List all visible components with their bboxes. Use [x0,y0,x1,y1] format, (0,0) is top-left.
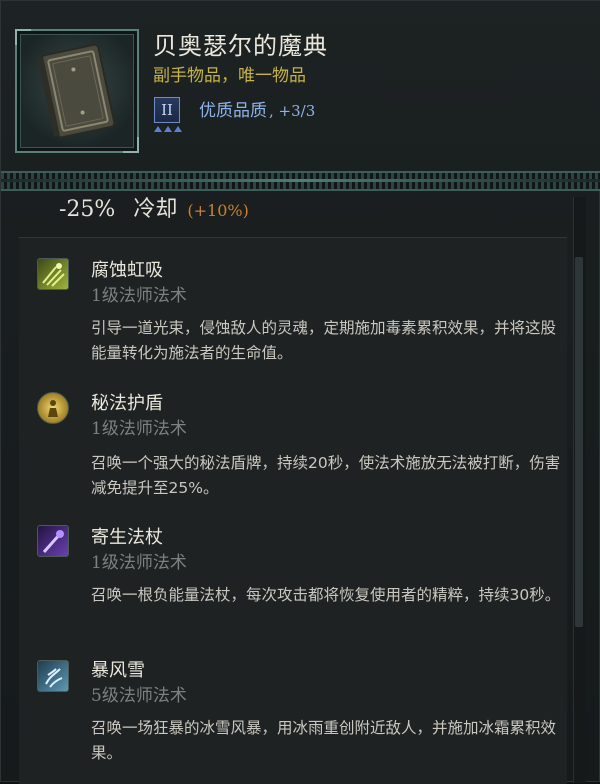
tier-pip [154,126,162,132]
spell-level: 1级法师法术 [91,286,187,306]
scrollbar-thumb[interactable] [575,257,583,627]
spell-name: 腐蚀虹吸 [91,260,163,281]
tier-pip [174,126,182,132]
arcane-shield-icon [37,392,69,424]
stat-bonus: (+10%) [187,201,249,220]
item-name: 贝奥瑟尔的魔典 [153,32,328,60]
spell-name: 秘法护盾 [91,393,163,414]
quality-label: 优质品质 [199,101,267,121]
spell-description: 召唤一场狂暴的冰雪风暴，用冰雨重创附近敌人，并施加冰霜累积效果。 [91,719,557,762]
corrosive-siphon-icon [37,258,69,290]
tier-badge: II [154,97,180,123]
item-type: 副手物品，唯一物品 [153,66,306,86]
spell-name: 暴风雪 [91,660,145,681]
spell-description: 召唤一根负能量法杖，每次攻击都将恢复使用者的精粹，持续30秒。 [91,586,561,604]
tier-pips [154,126,184,134]
spell-description: 召唤一个强大的秘法盾牌，持续20秒，使法术施放无法被打断，伤害减免提升至25%。 [91,454,561,497]
stat-name: 冷却 [133,197,178,222]
quality-value: , +3/3 [269,102,316,120]
spell-level: 5级法师法术 [91,686,187,706]
stat-value: -25% [59,197,116,222]
stat-line: -25% 冷却 (+10%) [59,191,249,223]
spell-level: 1级法师法术 [91,419,187,439]
item-tooltip: 贝奥瑟尔的魔典 副手物品，唯一物品 II 优质品质, +3/3 -25% 冷却 (+… [0,0,600,784]
book-icon [37,43,116,139]
tooltip-header: 贝奥瑟尔的魔典 副手物品，唯一物品 II 优质品质, +3/3 [1,1,600,181]
tier-pip [164,126,172,132]
quality-line: 优质品质, +3/3 [199,96,315,121]
blizzard-icon [37,660,69,692]
item-portrait [15,29,139,153]
spell-description: 引导一道光束，侵蚀敌人的灵魂，定期施加毒素累积效果，并将这股能量转化为施法者的生… [91,319,557,362]
divider-glow [1,179,600,182]
spell-name: 寄生法杖 [91,527,163,548]
parasitic-staff-icon [37,525,69,557]
spell-level: 1级法师法术 [91,553,187,573]
